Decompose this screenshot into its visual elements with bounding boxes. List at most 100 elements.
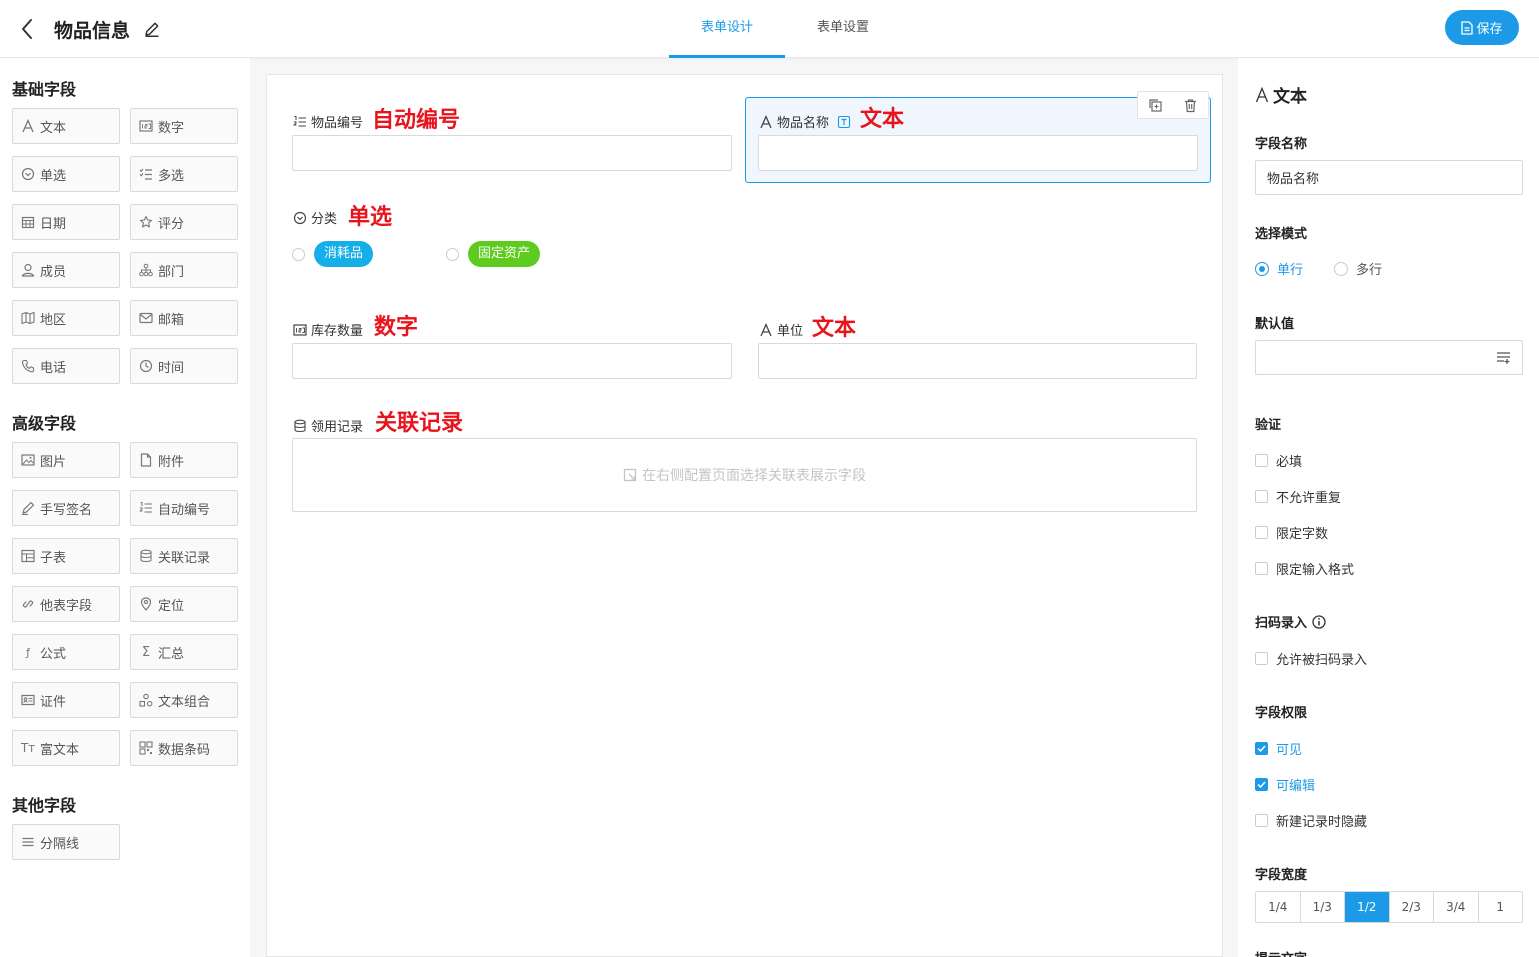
palette-department[interactable]: 部门 xyxy=(130,252,238,288)
info-icon[interactable] xyxy=(1312,614,1326,629)
palette-date[interactable]: 日期 xyxy=(12,204,120,240)
field-type-title-text: 文本 xyxy=(1273,87,1307,107)
text-a-icon xyxy=(1255,86,1269,102)
palette-label: 数据条码 xyxy=(158,742,211,758)
perm-visible[interactable]: 可见 xyxy=(1255,739,1302,758)
item-number-input[interactable] xyxy=(292,135,732,171)
option-pill-consumable[interactable]: 消耗品 xyxy=(314,241,374,267)
width-option-2-3[interactable]: 2/3 xyxy=(1390,892,1434,922)
palette-lookup[interactable]: 他表字段 xyxy=(12,586,120,622)
delete-field-icon[interactable] xyxy=(1183,98,1198,113)
single-select-icon xyxy=(21,167,35,181)
radio-label: 多行 xyxy=(1356,263,1383,278)
palette-label: 富文本 xyxy=(40,742,80,758)
tab-form-settings[interactable]: 表单设置 xyxy=(785,0,901,58)
allow-scan-input[interactable]: 允许被扫码录入 xyxy=(1255,649,1367,668)
palette-number[interactable]: 数字 xyxy=(130,108,238,144)
checkbox-label: 必填 xyxy=(1276,455,1303,470)
palette-signature[interactable]: 手写签名 xyxy=(12,490,120,526)
stock-qty-input[interactable] xyxy=(292,343,732,379)
palette-linked-record[interactable]: 关联记录 xyxy=(130,538,238,574)
palette-rating[interactable]: 评分 xyxy=(130,204,238,240)
phone-icon xyxy=(21,359,35,373)
back-button[interactable] xyxy=(16,15,40,43)
palette-member[interactable]: 成员 xyxy=(12,252,120,288)
category-radio-fixed-asset[interactable] xyxy=(446,248,459,261)
palette-region[interactable]: 地区 xyxy=(12,300,120,336)
palette-location[interactable]: 定位 xyxy=(130,586,238,622)
map-icon xyxy=(21,311,35,325)
palette-label: 汇总 xyxy=(158,646,185,662)
palette-phone[interactable]: 电话 xyxy=(12,348,120,384)
width-option-1-3[interactable]: 1/3 xyxy=(1301,892,1345,922)
palette-multi-select[interactable]: 多选 xyxy=(130,156,238,192)
validation-required[interactable]: 必填 xyxy=(1255,451,1302,470)
validation-char-limit[interactable]: 限定字数 xyxy=(1255,523,1328,542)
palette-text-combine[interactable]: 文本组合 xyxy=(130,682,238,718)
mode-single-line[interactable]: 单行 xyxy=(1255,259,1303,278)
text-type-badge-icon xyxy=(837,115,851,129)
tab-form-design[interactable]: 表单设计 xyxy=(669,0,785,58)
palette-time[interactable]: 时间 xyxy=(130,348,238,384)
width-option-full[interactable]: 1 xyxy=(1479,892,1523,922)
palette-email[interactable]: 邮箱 xyxy=(130,300,238,336)
field-label-text: 物品名称 xyxy=(777,116,830,131)
palette-label: 图片 xyxy=(40,454,67,470)
active-tab-indicator xyxy=(669,55,785,58)
width-option-1-2[interactable]: 1/2 xyxy=(1345,892,1390,922)
perm-hide-on-create[interactable]: 新建记录时隐藏 xyxy=(1255,811,1367,830)
checkbox-label: 新建记录时隐藏 xyxy=(1276,815,1368,830)
annotation-text: 文本 xyxy=(860,107,905,132)
palette-label: 公式 xyxy=(40,646,67,662)
palette-subtable[interactable]: 子表 xyxy=(12,538,120,574)
palette-single-select[interactable]: 单选 xyxy=(12,156,120,192)
star-icon xyxy=(139,215,153,229)
id-card-icon xyxy=(21,693,35,707)
width-option-1-4[interactable]: 1/4 xyxy=(1256,892,1301,922)
unit-input[interactable] xyxy=(758,343,1197,379)
copy-field-icon[interactable] xyxy=(1148,98,1163,113)
palette-summary[interactable]: Σ 汇总 xyxy=(130,634,238,670)
palette-label: 评分 xyxy=(158,216,185,232)
database-icon xyxy=(139,549,153,563)
field-name-input[interactable]: 物品名称 xyxy=(1255,160,1523,195)
palette-text[interactable]: 文本 xyxy=(12,108,120,144)
ordered-list-icon xyxy=(139,501,153,515)
checkbox-label: 可编辑 xyxy=(1276,779,1316,794)
mail-icon xyxy=(139,311,153,325)
option-pill-fixed-asset[interactable]: 固定资产 xyxy=(468,241,541,267)
linked-record-placeholder-box[interactable]: 在右侧配置页面选择关联表展示字段 xyxy=(292,438,1197,512)
palette-auto-number[interactable]: 自动编号 xyxy=(130,490,238,526)
user-icon xyxy=(21,263,35,277)
palette-barcode[interactable]: 数据条码 xyxy=(130,730,238,766)
edit-title-button[interactable] xyxy=(143,20,161,38)
palette-rich-text[interactable]: Tᴛ 富文本 xyxy=(12,730,120,766)
perm-editable[interactable]: 可编辑 xyxy=(1255,775,1315,794)
palette-divider[interactable]: 分隔线 xyxy=(12,824,120,860)
mode-multi-line[interactable]: 多行 xyxy=(1334,259,1382,278)
default-value-input[interactable] xyxy=(1255,340,1487,375)
palette-label: 证件 xyxy=(40,694,67,710)
default-value-formula-button[interactable] xyxy=(1486,340,1523,375)
palette-label: 单选 xyxy=(40,168,67,184)
palette-attachment[interactable]: 附件 xyxy=(130,442,238,478)
palette-label: 部门 xyxy=(158,264,185,280)
pen-icon xyxy=(21,501,35,515)
category-radio-consumable[interactable] xyxy=(292,248,305,261)
field-label-text: 库存数量 xyxy=(311,324,364,339)
checkbox xyxy=(1255,652,1268,665)
validation-no-duplicate[interactable]: 不允许重复 xyxy=(1255,487,1341,506)
palette-image[interactable]: 图片 xyxy=(12,442,120,478)
width-option-3-4[interactable]: 3/4 xyxy=(1434,892,1479,922)
palette-formula[interactable]: ƒ 公式 xyxy=(12,634,120,670)
clock-icon xyxy=(139,359,153,373)
palette-label: 子表 xyxy=(40,550,67,566)
item-name-input[interactable] xyxy=(758,135,1198,171)
file-icon xyxy=(139,453,153,467)
scan-input-label-text: 扫码录入 xyxy=(1255,616,1308,631)
field-label-stock-qty: 库存数量 xyxy=(293,320,363,339)
save-button[interactable]: 保存 xyxy=(1445,10,1519,45)
palette-label: 时间 xyxy=(158,360,185,376)
palette-id-card[interactable]: 证件 xyxy=(12,682,120,718)
validation-input-format[interactable]: 限定输入格式 xyxy=(1255,559,1354,578)
